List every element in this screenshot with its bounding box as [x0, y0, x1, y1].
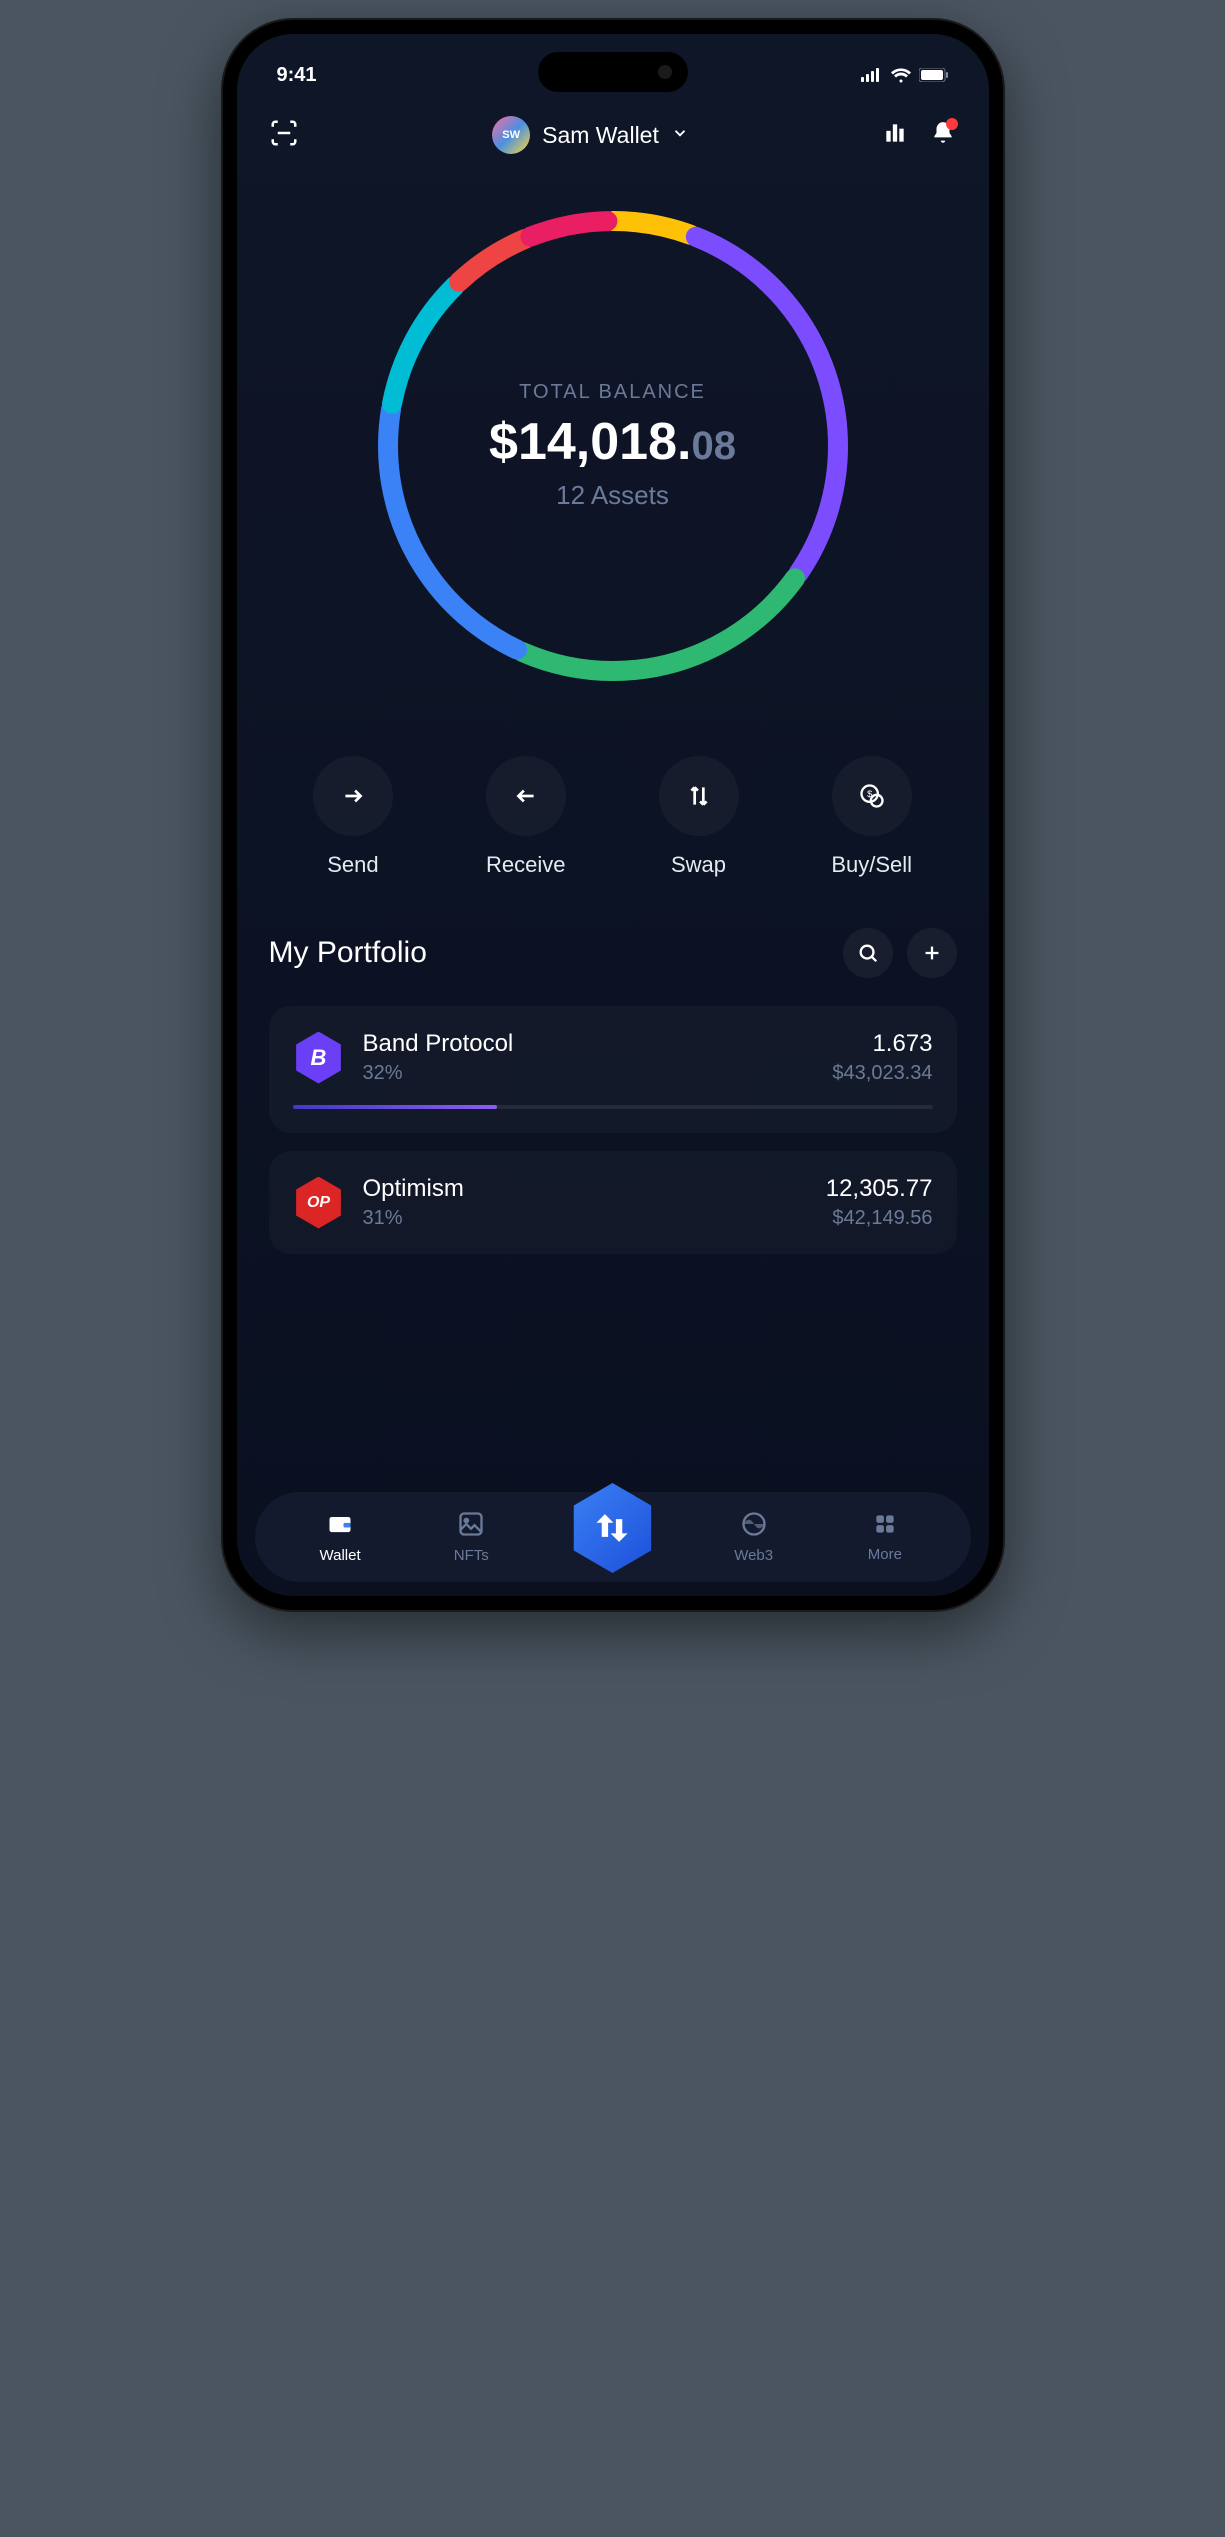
- portfolio-title: My Portfolio: [269, 936, 427, 970]
- nav-web3-label: Web3: [734, 1547, 773, 1564]
- donut-center: TOTAL BALANCE $14,018.08 12 Assets: [363, 381, 863, 511]
- chevron-down-icon: [671, 124, 689, 147]
- nav-wallet[interactable]: Wallet: [305, 1510, 375, 1564]
- add-button[interactable]: [907, 928, 957, 978]
- swap-label: Swap: [671, 852, 726, 878]
- nft-icon: [457, 1510, 485, 1543]
- status-icons: [861, 68, 949, 83]
- nav-nfts[interactable]: NFTs: [436, 1510, 506, 1564]
- buysell-icon: $: [832, 756, 912, 836]
- swap-button[interactable]: Swap: [659, 756, 739, 878]
- receive-icon: [486, 756, 566, 836]
- web3-icon: [740, 1510, 768, 1543]
- bottom-nav: Wallet NFTs Web3 More: [255, 1492, 971, 1582]
- balance-label: TOTAL BALANCE: [363, 381, 863, 404]
- nav-nfts-label: NFTs: [454, 1547, 489, 1564]
- balance-main: $14,018.: [489, 413, 691, 471]
- donut-chart: TOTAL BALANCE $14,018.08 12 Assets: [363, 196, 863, 696]
- asset-usd: $42,149.56: [826, 1207, 933, 1230]
- wifi-icon: [891, 68, 911, 83]
- receive-button[interactable]: Receive: [486, 756, 566, 878]
- nav-web3[interactable]: Web3: [719, 1510, 789, 1564]
- asset-usd: $43,023.34: [832, 1062, 932, 1085]
- notification-dot: [946, 118, 958, 130]
- asset-card[interactable]: OP Optimism 31% 12,305.77 $42,149.56: [269, 1151, 957, 1254]
- phone-screen: 9:41 SW Sam Walle: [237, 34, 989, 1596]
- wallet-name: Sam Wallet: [542, 122, 659, 149]
- buysell-label: Buy/Sell: [831, 852, 912, 878]
- battery-icon: [919, 68, 949, 82]
- asset-amount: 12,305.77: [826, 1175, 933, 1203]
- asset-icon: OP: [293, 1177, 345, 1229]
- svg-text:$: $: [867, 789, 873, 799]
- balance-cents: 08: [691, 424, 736, 468]
- nav-more[interactable]: More: [850, 1511, 920, 1563]
- send-label: Send: [327, 852, 378, 878]
- swap-icon: [659, 756, 739, 836]
- asset-percent: 31%: [363, 1207, 808, 1230]
- notch: [538, 52, 688, 92]
- chart-icon[interactable]: [882, 120, 908, 151]
- search-button[interactable]: [843, 928, 893, 978]
- phone-frame: 9:41 SW Sam Walle: [223, 20, 1003, 1610]
- asset-amount: 1.673: [832, 1030, 932, 1058]
- assets-count: 12 Assets: [363, 480, 863, 511]
- notification-button[interactable]: [930, 120, 956, 151]
- bell-icon: [930, 133, 956, 150]
- send-icon: [313, 756, 393, 836]
- signal-icon: [861, 68, 883, 82]
- more-icon: [872, 1511, 898, 1542]
- app-header: SW Sam Wallet: [237, 94, 989, 176]
- nav-more-label: More: [868, 1546, 902, 1563]
- scan-icon[interactable]: [269, 118, 299, 153]
- portfolio-list: B Band Protocol 32% 1.673 $43,023.34 OP …: [269, 1006, 957, 1254]
- asset-card[interactable]: B Band Protocol 32% 1.673 $43,023.34: [269, 1006, 957, 1133]
- asset-name: Band Protocol: [363, 1030, 815, 1058]
- balance-section: TOTAL BALANCE $14,018.08 12 Assets: [237, 176, 989, 726]
- wallet-icon: [326, 1510, 354, 1543]
- buysell-button[interactable]: $ Buy/Sell: [831, 756, 912, 878]
- plus-icon: [921, 942, 943, 964]
- actions-row: Send Receive Swap $ Buy/Sell: [237, 726, 989, 898]
- balance-amount: $14,018.08: [363, 412, 863, 472]
- send-button[interactable]: Send: [313, 756, 393, 878]
- portfolio-section: My Portfolio B Band Protocol 32%: [237, 898, 989, 1254]
- nav-center-button[interactable]: [567, 1483, 657, 1573]
- asset-percent: 32%: [363, 1062, 815, 1085]
- portfolio-header: My Portfolio: [269, 928, 957, 978]
- wallet-selector[interactable]: SW Sam Wallet: [492, 116, 689, 154]
- asset-icon: B: [293, 1032, 345, 1084]
- progress-bar: [293, 1105, 933, 1109]
- status-time: 9:41: [277, 64, 317, 87]
- search-icon: [857, 942, 879, 964]
- asset-name: Optimism: [363, 1175, 808, 1203]
- swap-center-icon: [595, 1511, 629, 1545]
- receive-label: Receive: [486, 852, 565, 878]
- nav-wallet-label: Wallet: [320, 1547, 361, 1564]
- avatar: SW: [492, 116, 530, 154]
